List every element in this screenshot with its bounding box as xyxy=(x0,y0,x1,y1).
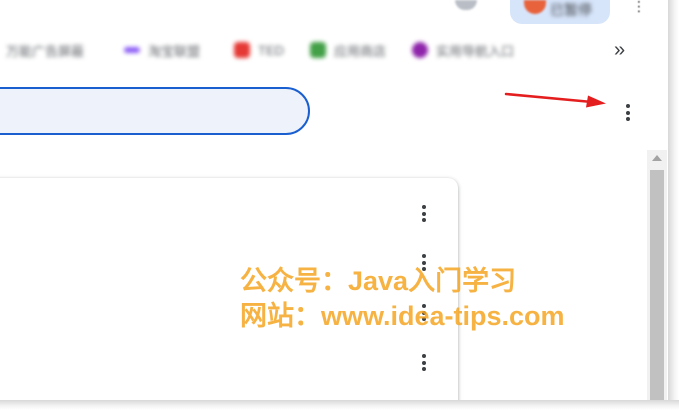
bookmark-item[interactable]: 应用商店 xyxy=(310,40,386,60)
profile-name: 已暂停 xyxy=(550,2,592,18)
bookmark-icon xyxy=(310,42,326,58)
red-arrow-annotation xyxy=(504,92,606,108)
bookmark-label: 实用导航入口 xyxy=(436,43,515,59)
bookmark-icon xyxy=(234,42,250,58)
bookmarks-bar: 万能广告屏蔽 淘宝联盟 TED 应用商店 实用导航入口 » xyxy=(0,32,668,70)
bookmarks-overflow-button[interactable]: » xyxy=(614,40,625,60)
bookmark-item[interactable]: 淘宝联盟 xyxy=(124,40,200,60)
vertical-scrollbar[interactable] xyxy=(647,150,667,400)
more-options-icon[interactable] xyxy=(421,354,427,374)
extension-icon[interactable] xyxy=(455,0,477,10)
scroll-up-arrow-icon[interactable] xyxy=(652,155,662,161)
bookmark-label: 应用商店 xyxy=(334,43,387,59)
customize-menu-icon[interactable] xyxy=(625,104,631,124)
watermark-line: 公众号：Java入门学习 xyxy=(240,266,517,296)
bookmark-icon xyxy=(124,47,140,53)
search-input[interactable] xyxy=(0,87,310,135)
browser-menu-icon[interactable]: ⋮ xyxy=(632,0,646,13)
top-bar: 已暂停 ⋮ xyxy=(0,0,668,26)
screenshot-shadow xyxy=(668,0,679,410)
watermark-line: 网站：www.idea-tips.com xyxy=(240,301,565,331)
browser-window: 已暂停 ⋮ 万能广告屏蔽 淘宝联盟 TED 应用商店 实用导航入口 » 公众号：… xyxy=(0,0,668,400)
bookmark-label: TED xyxy=(258,42,284,58)
watermark: 公众号：Java入门学习 网站：www.idea-tips.com xyxy=(240,264,565,334)
scrollbar-thumb[interactable] xyxy=(650,170,664,400)
screenshot-shadow xyxy=(0,400,679,410)
bookmark-label: 淘宝联盟 xyxy=(148,43,201,59)
bookmark-icon xyxy=(412,42,428,58)
bookmark-item[interactable]: 万能广告屏蔽 xyxy=(6,40,84,60)
more-options-icon[interactable] xyxy=(421,205,427,225)
bookmark-item[interactable]: TED xyxy=(234,40,284,60)
bookmark-label: 万能广告屏蔽 xyxy=(6,43,85,59)
bookmark-item[interactable]: 实用导航入口 xyxy=(412,40,514,60)
